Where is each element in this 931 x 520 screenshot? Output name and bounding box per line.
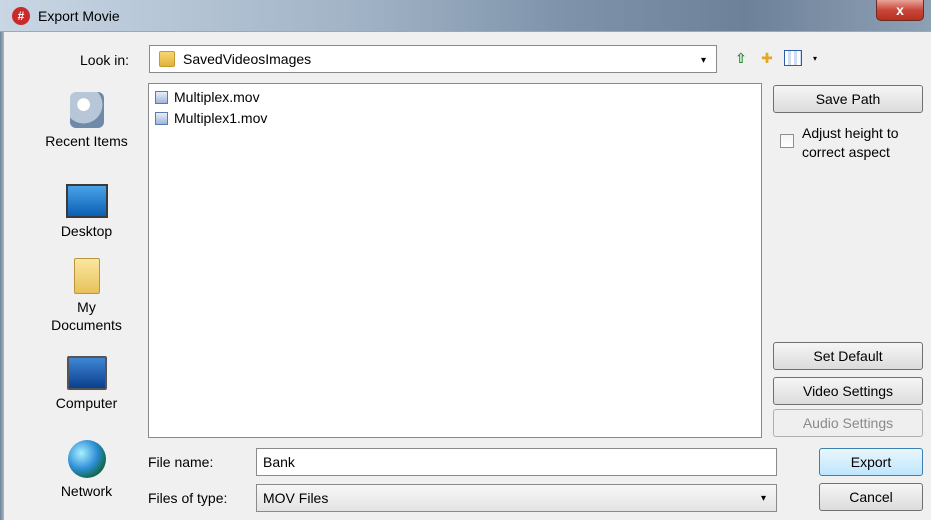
- toolbar: ⇧ ✚ ▾: [731, 48, 825, 68]
- place-computer[interactable]: Computer: [34, 356, 139, 412]
- place-label: Computer: [55, 395, 118, 411]
- list-item[interactable]: Multiplex1.mov: [155, 109, 267, 127]
- set-default-button[interactable]: Set Default: [773, 342, 923, 370]
- chevron-down-icon[interactable]: ▾: [761, 493, 766, 504]
- list-item[interactable]: Multiplex.mov: [155, 88, 260, 106]
- computer-icon: [66, 356, 107, 390]
- close-button[interactable]: x: [876, 0, 924, 21]
- movie-file-icon: [155, 90, 168, 104]
- place-my-documents[interactable]: My Documents: [34, 258, 139, 334]
- place-label: My Documents: [51, 299, 122, 333]
- file-name-value: Bank: [263, 454, 295, 470]
- window-title: Export Movie: [38, 8, 120, 24]
- place-recent-items[interactable]: Recent Items: [34, 92, 139, 150]
- place-label: Network: [60, 483, 113, 499]
- my-documents-icon: [73, 258, 100, 294]
- up-one-level-icon[interactable]: ⇧: [731, 48, 751, 68]
- look-in-label: Look in:: [80, 52, 130, 68]
- audio-settings-button: Audio Settings: [773, 409, 923, 437]
- file-type-dropdown[interactable]: MOV Files ▾: [256, 484, 777, 512]
- look-in-value: SavedVideosImages: [183, 51, 312, 67]
- file-type-value: MOV Files: [263, 490, 329, 506]
- close-icon: x: [896, 2, 904, 18]
- place-label: Desktop: [60, 223, 113, 239]
- desktop-icon: [65, 184, 108, 218]
- export-button[interactable]: Export: [819, 448, 923, 476]
- adjust-height-checkbox[interactable]: [780, 134, 794, 148]
- app-icon: #: [12, 7, 30, 25]
- title-bar: # Export Movie x: [0, 0, 931, 32]
- file-name: Multiplex1.mov: [174, 110, 268, 126]
- window-left-frame: [0, 32, 4, 520]
- adjust-height-label: Adjust height to correct aspect: [802, 125, 899, 160]
- file-name: Multiplex.mov: [174, 89, 260, 105]
- place-network[interactable]: Network: [34, 440, 139, 500]
- file-type-label: Files of type:: [148, 490, 228, 506]
- look-in-dropdown[interactable]: SavedVideosImages ▾: [149, 45, 717, 73]
- list-view-icon: [784, 50, 802, 66]
- file-name-input[interactable]: Bank: [256, 448, 777, 476]
- view-menu-caret-icon[interactable]: ▾: [805, 48, 825, 68]
- cancel-button[interactable]: Cancel: [819, 483, 923, 511]
- place-desktop[interactable]: Desktop: [34, 184, 139, 240]
- movie-file-icon: [155, 111, 168, 125]
- file-name-label: File name:: [148, 454, 214, 470]
- save-path-button[interactable]: Save Path: [773, 85, 923, 113]
- video-settings-button[interactable]: Video Settings: [773, 377, 923, 405]
- recent-items-icon: [69, 92, 104, 128]
- chevron-down-icon[interactable]: ▾: [701, 55, 706, 66]
- create-new-folder-icon[interactable]: ✚: [757, 48, 777, 68]
- file-list[interactable]: Multiplex.mov Multiplex1.mov: [148, 83, 762, 438]
- place-label: Recent Items: [45, 133, 128, 149]
- folder-icon: [159, 51, 175, 67]
- network-icon: [67, 440, 106, 478]
- view-menu-button[interactable]: [783, 48, 803, 68]
